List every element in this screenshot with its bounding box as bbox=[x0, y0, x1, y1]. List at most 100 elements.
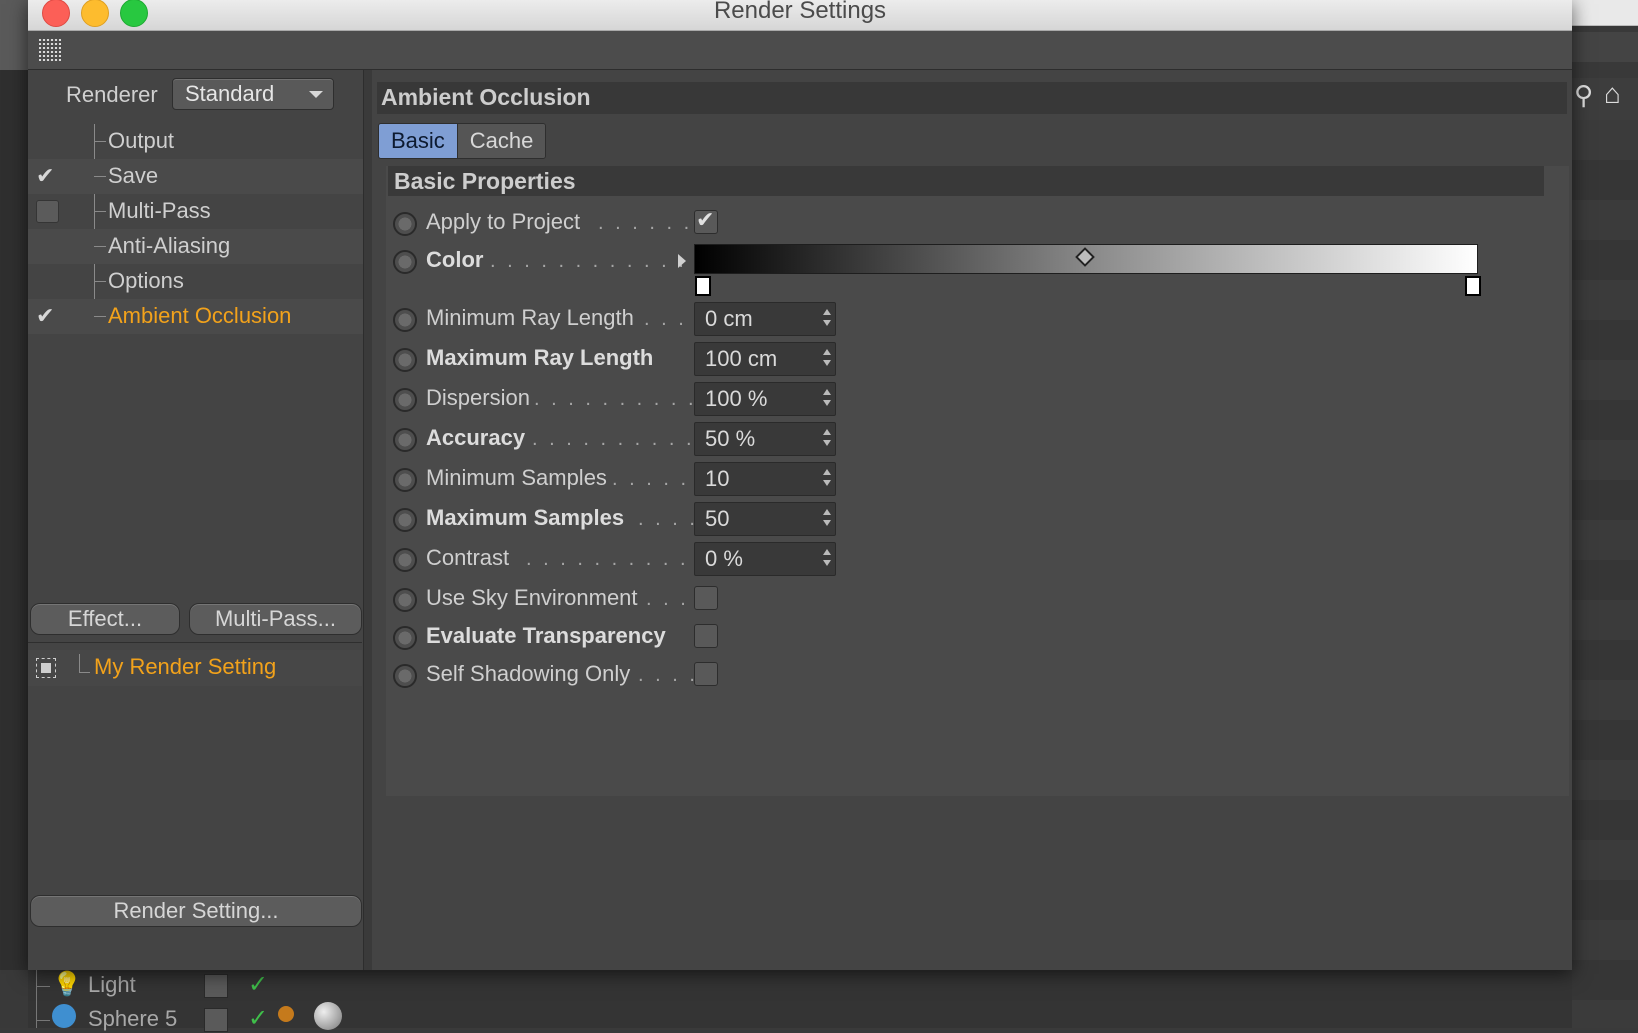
section-title: Ambient Occlusion bbox=[381, 84, 591, 110]
background-left-panel bbox=[0, 70, 28, 970]
material-sphere-icon[interactable] bbox=[314, 1002, 342, 1030]
tree-line bbox=[36, 1020, 50, 1021]
enabled-check-icon[interactable]: ✔ bbox=[36, 165, 58, 187]
animate-radio-button[interactable] bbox=[393, 388, 417, 412]
stepper-arrows-icon[interactable] bbox=[823, 549, 831, 567]
window-title: Render Settings bbox=[713, 0, 887, 24]
section-header: Ambient Occlusion bbox=[377, 82, 1567, 114]
prop-label: Self Shadowing Only bbox=[426, 661, 631, 686]
tree-line bbox=[94, 141, 106, 142]
sidebar-item-options[interactable]: Options bbox=[28, 264, 384, 299]
expand-icon[interactable] bbox=[36, 658, 56, 678]
tree-line bbox=[94, 246, 106, 247]
use-sky-environment-checkbox[interactable] bbox=[694, 586, 718, 610]
object-name-sphere[interactable]: Sphere 5 bbox=[88, 1006, 177, 1032]
prop-label: Color bbox=[426, 247, 484, 272]
gradient-knot-start[interactable] bbox=[695, 276, 711, 296]
stepper-arrows-icon[interactable] bbox=[823, 429, 831, 447]
object-name-light[interactable]: Light bbox=[88, 972, 136, 998]
field-value: 10 bbox=[705, 466, 730, 491]
prop-dots: . . . . . . bbox=[612, 468, 707, 490]
prop-dispersion: Dispersion . . . . . . . . . . . . . 100… bbox=[386, 382, 1566, 418]
tab-cache[interactable]: Cache bbox=[456, 124, 546, 158]
object-enabled-check-icon[interactable]: ✓ bbox=[248, 1004, 268, 1033]
render-setting-button[interactable]: Render Setting... bbox=[30, 895, 362, 927]
background-left-edge bbox=[0, 0, 28, 70]
animate-radio-button[interactable] bbox=[393, 250, 417, 274]
object-layer-box[interactable] bbox=[204, 1008, 228, 1032]
minimum-samples-input[interactable]: 10 bbox=[694, 462, 836, 496]
minimum-ray-length-input[interactable]: 0 cm bbox=[694, 302, 836, 336]
stepper-arrows-icon[interactable] bbox=[823, 389, 831, 407]
sidebar-item-anti-aliasing[interactable]: Anti-Aliasing bbox=[28, 229, 384, 264]
search-icon[interactable]: ⚲ bbox=[1574, 80, 1593, 111]
animate-radio-button[interactable] bbox=[393, 626, 417, 650]
accuracy-input[interactable]: 50 % bbox=[694, 422, 836, 456]
grip-icon[interactable] bbox=[39, 39, 61, 61]
multi-pass-button[interactable]: Multi-Pass... bbox=[189, 603, 362, 635]
maximum-samples-input[interactable]: 50 bbox=[694, 502, 836, 536]
prop-minimum-samples: Minimum Samples . . . . . . 10 bbox=[386, 462, 1566, 498]
title-bar[interactable]: Render Settings bbox=[28, 0, 1572, 31]
animate-radio-button[interactable] bbox=[393, 212, 417, 236]
object-layer-box[interactable] bbox=[204, 974, 228, 998]
animate-radio-button[interactable] bbox=[393, 588, 417, 612]
expand-triangle-icon[interactable] bbox=[678, 254, 686, 268]
evaluate-transparency-checkbox[interactable] bbox=[694, 624, 718, 648]
prop-label: Minimum Samples bbox=[426, 465, 607, 490]
apply-to-project-checkbox[interactable] bbox=[694, 207, 718, 234]
enabled-checkbox[interactable] bbox=[36, 200, 59, 223]
stepper-arrows-icon[interactable] bbox=[823, 509, 831, 527]
animate-radio-button[interactable] bbox=[393, 664, 417, 688]
animate-radio-button[interactable] bbox=[393, 548, 417, 572]
background-titlebar bbox=[1572, 0, 1638, 26]
animate-radio-button[interactable] bbox=[393, 468, 417, 492]
window-toolbar bbox=[28, 31, 1572, 70]
animate-radio-button[interactable] bbox=[393, 508, 417, 532]
renderer-dropdown[interactable]: Standard bbox=[172, 78, 334, 110]
renderer-label: Renderer bbox=[66, 82, 158, 107]
prop-label: Minimum Ray Length bbox=[426, 305, 634, 330]
basic-properties-group: Basic Properties Apply to Project . . . … bbox=[386, 166, 1569, 796]
object-enabled-check-icon[interactable]: ✓ bbox=[248, 970, 268, 999]
render-setting-preset-label: My Render Setting bbox=[94, 654, 277, 679]
sidebar-item-label: Anti-Aliasing bbox=[108, 233, 231, 258]
prop-label: Accuracy bbox=[426, 425, 526, 450]
gradient-knot-end[interactable] bbox=[1465, 276, 1481, 296]
sidebar-item-label: Ambient Occlusion bbox=[108, 303, 292, 328]
maximum-ray-length-input[interactable]: 100 cm bbox=[694, 342, 836, 376]
stepper-arrows-icon[interactable] bbox=[823, 349, 831, 367]
settings-sidebar: Renderer Standard Output ✔ Save Multi-Pa… bbox=[28, 70, 384, 970]
animate-radio-button[interactable] bbox=[393, 308, 417, 332]
tree-line bbox=[36, 986, 50, 987]
home-icon[interactable]: ⌂ bbox=[1604, 78, 1621, 110]
animate-radio-button[interactable] bbox=[393, 348, 417, 372]
dispersion-input[interactable]: 100 % bbox=[694, 382, 836, 416]
effect-button[interactable]: Effect... bbox=[30, 603, 180, 635]
pane-splitter[interactable] bbox=[363, 70, 372, 970]
tab-bar: Basic Cache bbox=[378, 123, 547, 159]
field-value: 100 cm bbox=[705, 346, 778, 371]
background-right-toolbar: ⚲ ⌂ bbox=[1572, 78, 1638, 120]
animate-radio-button[interactable] bbox=[393, 428, 417, 452]
tree-line bbox=[94, 211, 106, 212]
stepper-arrows-icon[interactable] bbox=[823, 469, 831, 487]
subsection-title: Basic Properties bbox=[394, 168, 576, 194]
sidebar-item-ambient-occlusion[interactable]: ✔ Ambient Occlusion bbox=[28, 299, 384, 334]
material-tag-icon[interactable] bbox=[278, 1006, 294, 1022]
prop-dots: . . . . bbox=[638, 508, 698, 530]
tab-basic[interactable]: Basic bbox=[379, 124, 457, 158]
stepper-arrows-icon[interactable] bbox=[823, 309, 831, 327]
background-toolbar bbox=[1572, 32, 1638, 62]
prop-evaluate-transparency: Evaluate Transparency bbox=[386, 620, 1566, 656]
sidebar-item-multi-pass[interactable]: Multi-Pass bbox=[28, 194, 384, 229]
sidebar-item-output[interactable]: Output bbox=[28, 124, 384, 159]
tree-line bbox=[94, 281, 106, 282]
field-value: 0 % bbox=[705, 546, 743, 571]
contrast-input[interactable]: 0 % bbox=[694, 542, 836, 576]
self-shadowing-only-checkbox[interactable] bbox=[694, 662, 718, 686]
sidebar-item-label: Options bbox=[108, 268, 184, 293]
enabled-check-icon[interactable]: ✔ bbox=[36, 305, 58, 327]
sidebar-item-save[interactable]: ✔ Save bbox=[28, 159, 384, 194]
sphere-icon bbox=[52, 1004, 76, 1028]
